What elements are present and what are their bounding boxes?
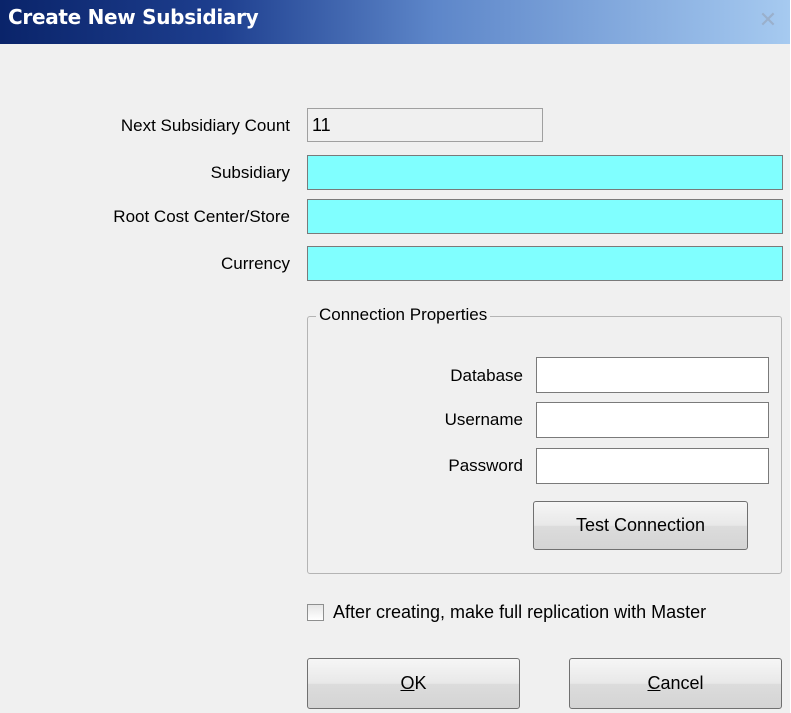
root-cost-center-label: Root Cost Center/Store: [113, 207, 290, 226]
window-title: Create New Subsidiary: [8, 5, 259, 29]
cancel-button-label: Cancel: [647, 673, 704, 693]
currency-input[interactable]: [307, 246, 783, 281]
replication-checkbox[interactable]: [307, 603, 324, 621]
password-input[interactable]: [536, 448, 769, 484]
connection-properties-group: Connection Properties Database Username …: [307, 305, 782, 574]
test-connection-label: Test Connection: [575, 515, 706, 535]
dialog-body: Next Subsidiary Count Subsidiary Root Co…: [0, 44, 790, 713]
ok-button[interactable]: OK: [307, 658, 520, 709]
database-label: Database: [450, 366, 523, 385]
close-icon[interactable]: ✕: [754, 6, 782, 34]
test-connection-button[interactable]: Test Connection: [533, 501, 748, 550]
title-bar[interactable]: Create New Subsidiary ✕: [0, 0, 790, 44]
create-subsidiary-dialog: Create New Subsidiary ✕ Next Subsidiary …: [0, 0, 790, 713]
ok-button-label: OK: [400, 673, 427, 693]
replication-checkbox-label[interactable]: After creating, make full replication wi…: [333, 602, 706, 623]
subsidiary-input[interactable]: [307, 155, 783, 190]
next-count-field: [307, 108, 543, 142]
database-input[interactable]: [536, 357, 769, 393]
password-label: Password: [448, 456, 523, 475]
cancel-button[interactable]: Cancel: [569, 658, 782, 709]
next-count-label: Next Subsidiary Count: [120, 116, 290, 135]
username-label: Username: [444, 410, 523, 429]
username-input[interactable]: [536, 402, 769, 438]
subsidiary-label: Subsidiary: [210, 163, 290, 182]
currency-label: Currency: [221, 254, 290, 273]
root-cost-center-input[interactable]: [307, 199, 783, 234]
replication-option[interactable]: After creating, make full replication wi…: [307, 600, 706, 624]
connection-properties-title: Connection Properties: [316, 305, 491, 325]
